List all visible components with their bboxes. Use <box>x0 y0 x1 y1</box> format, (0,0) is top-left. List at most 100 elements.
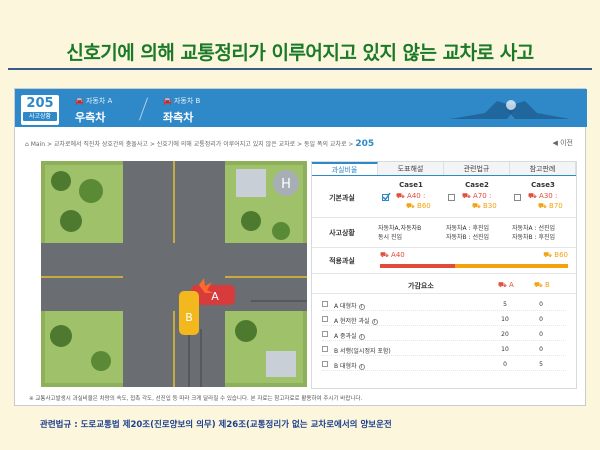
basic-fault-row: 기본과실 Case1 Case2 Case3 ⛟ A40 : ⛟ B60 ⛟ A… <box>312 178 576 218</box>
applied-fault-label: 적용과실 <box>329 256 355 265</box>
crash-illustration <box>450 100 570 119</box>
factor-b-value: 0 <box>539 346 543 353</box>
checkmark-icon <box>382 192 391 201</box>
case3-head: Case3 <box>531 181 555 189</box>
factor-b-value: 0 <box>539 331 543 338</box>
prev-button[interactable]: ◀ 이전 <box>552 138 573 148</box>
factor-a-value: 0 <box>503 361 507 368</box>
case1-head: Case1 <box>399 181 423 189</box>
factors-title: 가감요소 <box>408 282 434 290</box>
breadcrumb-path[interactable]: Main > 교차로에서 직진차 상호간의 충돌사고 > 신호기에 의해 교통정… <box>31 141 354 148</box>
case2-sit1: 자동차A : 후진입 <box>446 225 490 232</box>
case1-sit1: 자동차A,자동차B <box>378 225 422 232</box>
case2-situation: 자동차A : 후진입 자동차B : 선진입 <box>446 224 489 242</box>
factor-checkbox[interactable] <box>322 361 328 367</box>
case-badge: 205 사고상황 <box>21 95 59 125</box>
info-icon[interactable]: i <box>358 304 365 310</box>
factor-name: B 대형차 i <box>334 361 365 370</box>
factor-name-text: A 대형차 <box>334 303 357 310</box>
factor-name-text: A 현저한 과실 <box>334 318 370 325</box>
basic-fault-label: 기본과실 <box>329 193 355 202</box>
vehicle-b-role: 좌측차 <box>163 111 194 124</box>
tab-fault-ratio[interactable]: 과실비율 <box>312 162 378 175</box>
tab-diagram[interactable]: 도표해설 <box>378 162 444 175</box>
case-badge-label: 사고상황 <box>23 112 57 121</box>
vehicle-b-info: 🚘 자동차 B 좌측차 <box>163 96 200 125</box>
case-number: 205 <box>26 96 54 111</box>
factor-row[interactable]: A 현저한 과실 i 10 0 <box>322 313 566 326</box>
tab-precedents[interactable]: 참고판례 <box>510 162 576 175</box>
case1-a: A40 : <box>407 192 426 200</box>
factor-row[interactable]: B 대형차 i 0 5 <box>322 358 566 371</box>
info-icon[interactable]: i <box>371 319 378 325</box>
applied-b-text: B60 <box>554 251 568 259</box>
situation-row: 사고상황 자동차A,자동차B 동시 진입 자동차A : 후진입 자동차B : 선… <box>312 218 576 248</box>
factor-a-value: 10 <box>501 346 509 353</box>
factors-col-b: ⛟ B <box>534 281 550 289</box>
case1-sit2: 동시 진입 <box>378 234 402 241</box>
factor-name-text: B 서행(일시정지 포함) <box>334 348 391 355</box>
intersection-diagram: H A B <box>41 161 307 387</box>
applied-b-label: ⛟ B60 <box>543 251 568 260</box>
factor-name: A 대형차 i <box>334 301 365 310</box>
factor-checkbox[interactable] <box>322 301 328 307</box>
situation-label: 사고상황 <box>329 228 355 237</box>
factors-col-a-text: A <box>509 281 514 289</box>
vehicle-a-info: 🚘 자동차 A 우측차 <box>75 96 112 125</box>
case3-b: B70 <box>549 202 563 210</box>
factor-row[interactable]: A 대형차 i 5 0 <box>322 298 566 311</box>
back-icon: ◀ <box>552 139 558 147</box>
fault-ratio-bar-a <box>380 264 456 268</box>
case2-checkbox[interactable] <box>448 194 455 201</box>
factor-checkbox[interactable] <box>322 316 328 322</box>
factor-a-value: 5 <box>503 301 507 308</box>
case2-b: B30 <box>483 202 497 210</box>
car-icon: ⛟ <box>472 202 481 210</box>
breadcrumb-case-number: 205 <box>355 139 375 149</box>
factor-a-value: 20 <box>501 331 509 338</box>
car-icon: ⛟ <box>462 192 471 200</box>
factors-header: 가감요소 ⛟ A ⛟ B <box>312 278 576 294</box>
applied-a-label: ⛟ A40 <box>380 251 405 260</box>
car-icon: ⛟ <box>380 251 389 259</box>
case1-situation: 자동차A,자동차B 동시 진입 <box>378 224 421 242</box>
factor-checkbox[interactable] <box>322 331 328 337</box>
car-icon: ⛟ <box>406 202 415 210</box>
home-icon[interactable]: ⌂ <box>25 141 29 148</box>
case-header: 205 사고상황 🚘 자동차 A 우측차 🚘 자동차 B 좌측차 <box>15 89 587 127</box>
car-icon: ⛟ <box>396 192 405 200</box>
slide-title: 신호기에 의해 교통정리가 이루어지고 있지 않는 교차로 사고 <box>66 42 534 64</box>
car-b-label: B <box>185 311 193 324</box>
case3-sit2: 자동차B : 후진입 <box>512 234 556 241</box>
case2-ratio: ⛟ A70 : ⛟ B30 <box>462 191 497 211</box>
case1-ratio: ⛟ A40 : ⛟ B60 <box>396 191 431 211</box>
vehicle-b-small: 자동차 B <box>173 97 201 105</box>
prev-label: 이전 <box>560 139 573 147</box>
factor-name-text: B 대형차 <box>334 363 357 370</box>
case2-head: Case2 <box>465 181 489 189</box>
case3-checkbox[interactable] <box>514 194 521 201</box>
factor-b-value: 5 <box>539 361 543 368</box>
tab-laws[interactable]: 관련법규 <box>444 162 510 175</box>
factor-row[interactable]: A 중과실 i 20 0 <box>322 328 566 341</box>
case1-b: B60 <box>417 202 431 210</box>
factor-name-text: A 중과실 <box>334 333 357 340</box>
info-icon[interactable]: i <box>358 364 365 370</box>
fault-ratio-bar <box>380 264 568 268</box>
info-icon[interactable]: i <box>358 334 365 340</box>
car-icon: ⛟ <box>528 192 537 200</box>
car-icon: 🚘 <box>163 97 172 105</box>
factor-checkbox[interactable] <box>322 346 328 352</box>
case1-checkbox[interactable] <box>382 192 391 201</box>
factor-row[interactable]: B 서행(일시정지 포함) 10 0 <box>322 343 566 356</box>
related-laws: 관련법규 : 도로교통법 제20조(진로양보의 의무) 제26조(교통정리가 없… <box>40 420 392 430</box>
factor-name: A 현저한 과실 i <box>334 316 378 325</box>
breadcrumb: ⌂ Main > 교차로에서 직진차 상호간의 충돌사고 > 신호기에 의해 교… <box>25 139 505 151</box>
disclaimer-note: ※ 교통사고발생시 과실비율은 차량의 속도, 접촉 각도, 선진입 등 따라 … <box>29 396 363 402</box>
factor-b-value: 0 <box>539 316 543 323</box>
vehicle-a-small: 자동차 A <box>85 97 113 105</box>
car-icon: ⛟ <box>538 202 547 210</box>
factors-col-a: ⛟ A <box>498 281 514 289</box>
case2-sit2: 자동차B : 선진입 <box>446 234 490 241</box>
case3-a: A30 : <box>539 192 558 200</box>
